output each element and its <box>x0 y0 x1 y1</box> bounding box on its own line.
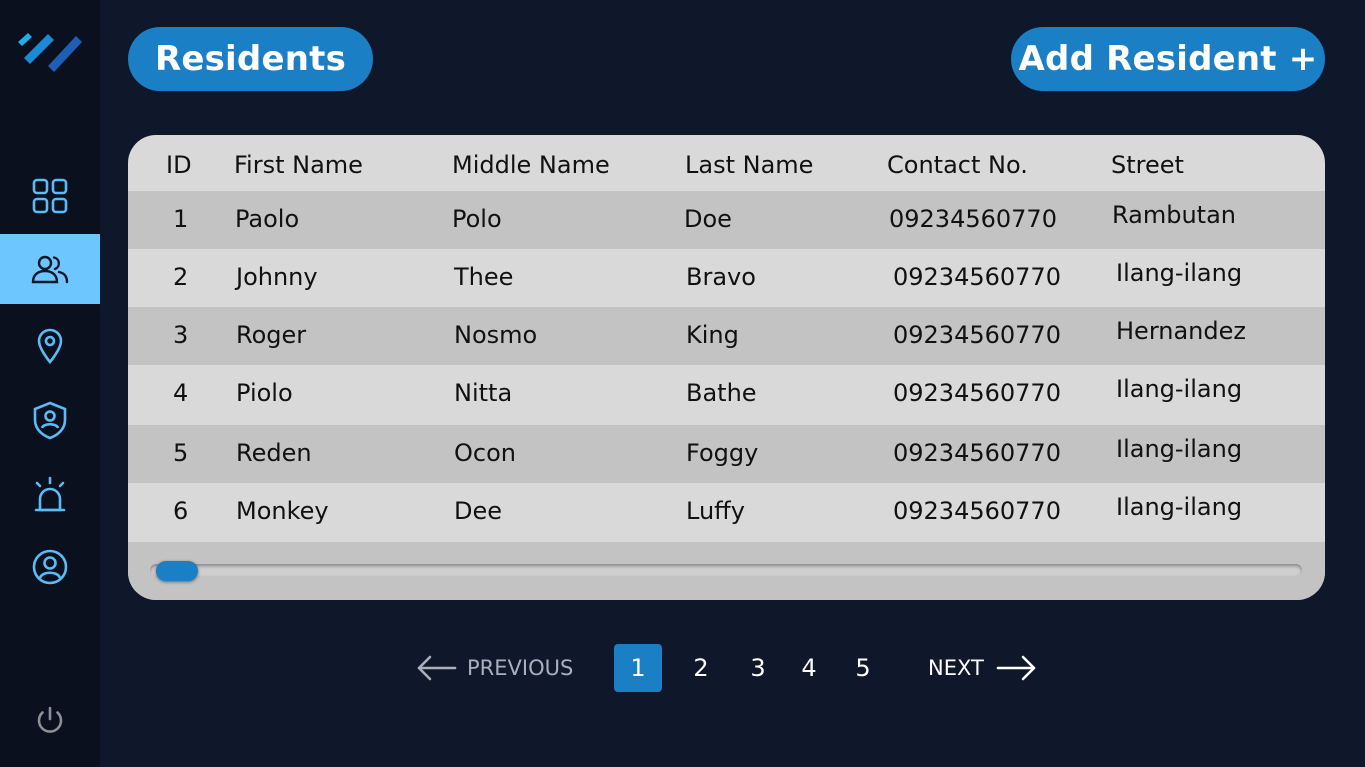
table-header: ID First Name Middle Name Last Name Cont… <box>128 135 1325 191</box>
cell-id: 2 <box>173 263 189 291</box>
cell-street: Ilang-ilang <box>1116 259 1243 287</box>
cell-first-name: Piolo <box>236 379 293 407</box>
cell-id: 6 <box>173 497 189 525</box>
user-circle-icon <box>32 549 68 585</box>
add-resident-button[interactable]: Add Resident + <box>1011 27 1325 91</box>
column-header-id[interactable]: ID <box>166 151 192 179</box>
cell-street: Ilang-ilang <box>1116 435 1243 463</box>
cell-first-name: Paolo <box>235 205 300 233</box>
cell-id: 4 <box>173 379 189 407</box>
users-icon <box>31 255 69 284</box>
table-row[interactable]: 6 Monkey Dee Luffy 09234560770 Ilang-ila… <box>128 483 1325 541</box>
map-pin-icon <box>37 328 63 365</box>
cell-contact: 09234560770 <box>893 263 1061 291</box>
cell-middle-name: Nosmo <box>454 321 538 349</box>
residents-table: ID First Name Middle Name Last Name Cont… <box>128 135 1325 600</box>
arrow-left-icon <box>417 655 457 681</box>
cell-street: Ilang-ilang <box>1116 375 1243 403</box>
arrow-right-icon <box>996 655 1036 681</box>
cell-middle-name: Dee <box>454 497 503 525</box>
table-row[interactable]: 4 Piolo Nitta Bathe 09234560770 Ilang-il… <box>128 365 1325 423</box>
column-header-street[interactable]: Street <box>1111 151 1184 179</box>
cell-last-name: Luffy <box>686 497 745 525</box>
horizontal-scrollbar[interactable] <box>128 542 1325 600</box>
cell-first-name: Johnny <box>236 263 318 291</box>
nav-profile[interactable] <box>0 532 100 602</box>
app-logo <box>18 33 82 72</box>
column-header-last-name[interactable]: Last Name <box>685 151 813 179</box>
cell-id: 3 <box>173 321 189 349</box>
next-button[interactable]: NEXT <box>928 652 1038 684</box>
alarm-icon <box>34 476 66 512</box>
cell-first-name: Monkey <box>236 497 329 525</box>
page-1-button[interactable]: 1 <box>614 644 662 692</box>
nav-dashboard[interactable] <box>0 161 100 231</box>
scrollbar-track[interactable] <box>150 564 1302 576</box>
power-icon[interactable] <box>33 704 67 738</box>
column-header-middle-name[interactable]: Middle Name <box>452 151 610 179</box>
page-4-button[interactable]: 4 <box>785 644 833 692</box>
column-header-first-name[interactable]: First Name <box>234 151 363 179</box>
cell-contact: 09234560770 <box>893 321 1061 349</box>
cell-contact: 09234560770 <box>893 497 1061 525</box>
cell-last-name: Bathe <box>686 379 757 407</box>
pagination: PREVIOUS 1 2 3 4 5 NEXT <box>0 640 1365 696</box>
cell-street: Ilang-ilang <box>1116 493 1243 521</box>
column-header-contact[interactable]: Contact No. <box>887 151 1028 179</box>
cell-contact: 09234560770 <box>893 439 1061 467</box>
cell-street: Rambutan <box>1112 201 1237 229</box>
cell-first-name: Reden <box>236 439 312 467</box>
table-row[interactable]: 3 Roger Nosmo King 09234560770 Hernandez <box>128 307 1325 365</box>
cell-street: Hernandez <box>1116 317 1246 345</box>
cell-middle-name: Ocon <box>454 439 516 467</box>
cell-id: 5 <box>173 439 189 467</box>
page-5-button[interactable]: 5 <box>839 644 887 692</box>
page-3-button[interactable]: 3 <box>734 644 782 692</box>
cell-middle-name: Nitta <box>454 379 513 407</box>
previous-button[interactable]: PREVIOUS <box>415 652 573 684</box>
cell-last-name: Bravo <box>686 263 756 291</box>
table-row[interactable]: 5 Reden Ocon Foggy 09234560770 Ilang-ila… <box>128 425 1325 483</box>
previous-label: PREVIOUS <box>467 656 574 680</box>
table-row[interactable]: 2 Johnny Thee Bravo 09234560770 Ilang-il… <box>128 249 1325 307</box>
grid-icon <box>32 178 68 214</box>
cell-first-name: Roger <box>236 321 307 349</box>
cell-id: 1 <box>173 205 189 233</box>
nav-residents[interactable] <box>0 234 100 304</box>
page-title: Residents <box>128 27 373 91</box>
cell-contact: 09234560770 <box>893 379 1061 407</box>
nav-alerts[interactable] <box>0 460 100 530</box>
cell-last-name: Doe <box>684 205 732 233</box>
table-row[interactable]: 1 Paolo Polo Doe 09234560770 Rambutan <box>128 191 1325 249</box>
next-label: NEXT <box>928 656 984 680</box>
nav-officials[interactable] <box>0 385 100 455</box>
nav-locations[interactable] <box>0 310 100 380</box>
cell-contact: 09234560770 <box>889 205 1057 233</box>
cell-middle-name: Thee <box>454 263 514 291</box>
shield-user-icon <box>33 401 67 440</box>
scrollbar-thumb[interactable] <box>156 561 198 581</box>
cell-last-name: Foggy <box>686 439 759 467</box>
cell-middle-name: Polo <box>452 205 502 233</box>
page-2-button[interactable]: 2 <box>677 644 725 692</box>
cell-last-name: King <box>686 321 739 349</box>
